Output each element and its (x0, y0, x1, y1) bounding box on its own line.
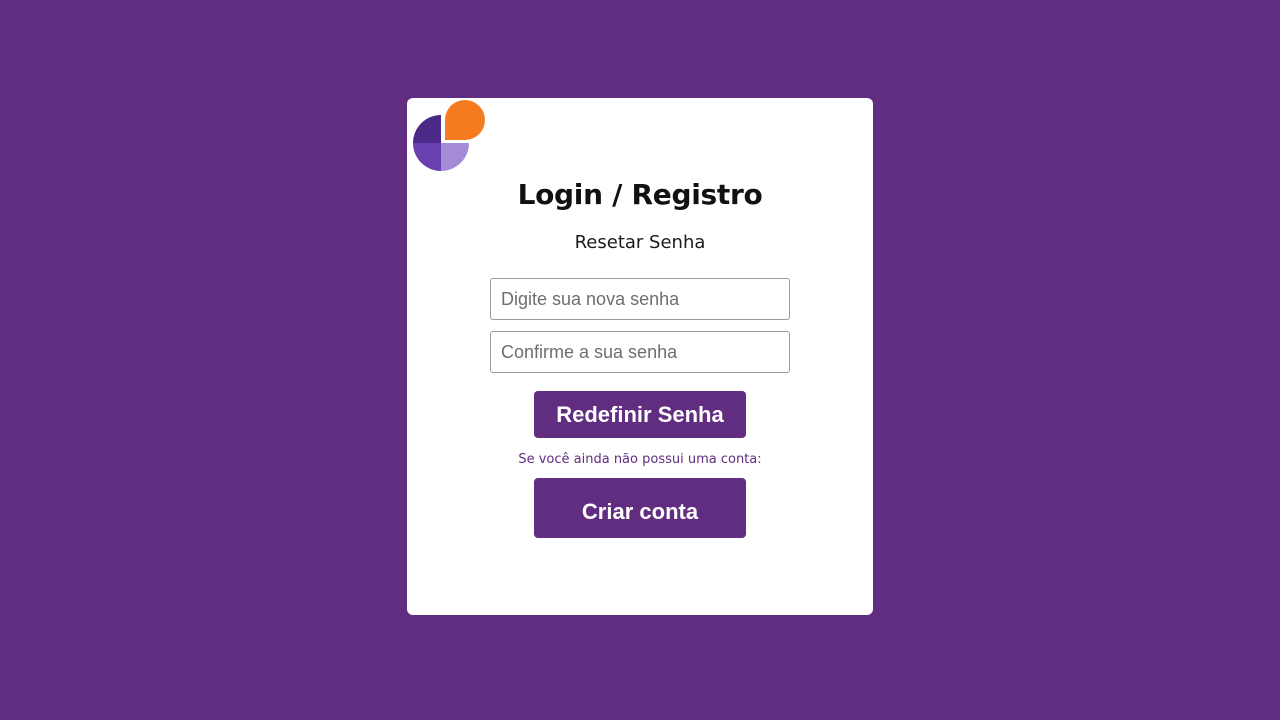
new-password-input[interactable] (490, 278, 790, 320)
page-subtitle: Resetar Senha (574, 232, 706, 253)
reset-password-card: Login / Registro Resetar Senha Redefinir… (407, 98, 873, 615)
reset-password-button[interactable]: Redefinir Senha (534, 391, 746, 438)
page-title: Login / Registro (517, 178, 763, 211)
confirm-password-input[interactable] (490, 331, 790, 373)
create-account-button[interactable]: Criar conta (534, 478, 746, 538)
brand-logo-icon (413, 100, 485, 171)
signup-hint-text: Se você ainda não possui uma conta: (518, 452, 762, 467)
